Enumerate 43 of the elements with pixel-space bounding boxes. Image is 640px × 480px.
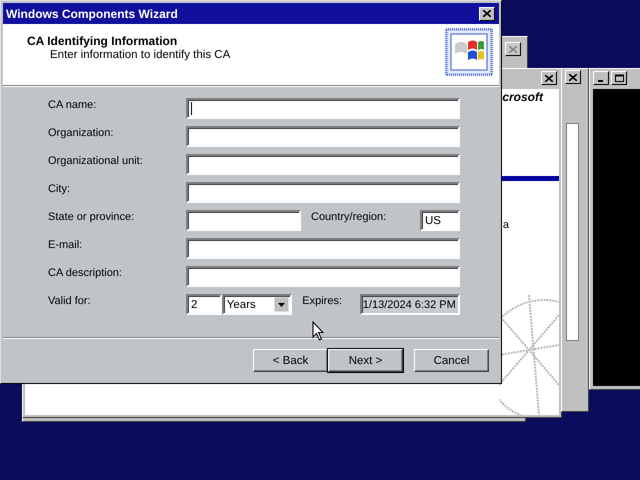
close-button[interactable] bbox=[565, 70, 581, 84]
text-field[interactable] bbox=[186, 126, 460, 147]
close-button[interactable] bbox=[479, 6, 495, 20]
text-field[interactable] bbox=[186, 98, 460, 119]
field-label: Organization: bbox=[48, 126, 114, 139]
number-field[interactable]: 2 bbox=[186, 294, 222, 315]
text-field[interactable] bbox=[186, 154, 460, 175]
close-icon bbox=[545, 74, 553, 82]
country-field[interactable]: US bbox=[420, 210, 460, 231]
page-subtitle: Enter information to identify this CA bbox=[49, 49, 230, 61]
field-label: Expires: bbox=[302, 294, 344, 307]
unit-dropdown[interactable]: Years bbox=[222, 294, 292, 315]
text-field[interactable] bbox=[186, 210, 301, 231]
field-label: CA description: bbox=[48, 266, 123, 279]
wizard-button[interactable]: < Back bbox=[253, 349, 328, 372]
wizard-button[interactable]: Cancel bbox=[414, 349, 489, 372]
maximize-icon bbox=[614, 74, 624, 82]
field-label: Valid for: bbox=[48, 294, 92, 307]
text-fragment: a bbox=[502, 219, 509, 231]
expiry-field: 1/13/2024 6:32 PM bbox=[360, 294, 460, 315]
close-icon bbox=[483, 10, 491, 17]
close-icon bbox=[509, 46, 517, 52]
text-field[interactable] bbox=[186, 266, 460, 287]
close-button[interactable] bbox=[541, 71, 557, 85]
logo-text: crosoft bbox=[502, 90, 543, 104]
text-field[interactable] bbox=[186, 182, 460, 203]
window-title: Windows Components Wizard bbox=[6, 6, 178, 20]
close-button[interactable] bbox=[505, 42, 521, 56]
field-label: Country/region: bbox=[311, 210, 388, 223]
minimize-button[interactable] bbox=[593, 71, 609, 85]
dropdown-arrow-icon[interactable] bbox=[274, 297, 290, 312]
field-label: E-mail: bbox=[48, 238, 84, 251]
field-label: CA name: bbox=[48, 98, 98, 111]
flag-icon bbox=[445, 28, 493, 76]
text-field[interactable] bbox=[186, 238, 460, 259]
field-label: City: bbox=[48, 182, 71, 195]
maximize-button[interactable] bbox=[611, 71, 627, 85]
field-label: Organizational unit: bbox=[48, 154, 144, 167]
page-title: CA Identifying Information bbox=[27, 34, 178, 48]
pointer-icon bbox=[312, 321, 325, 341]
field-label: State or province: bbox=[48, 210, 136, 223]
wizard-button[interactable]: Next > bbox=[328, 349, 403, 372]
close-icon bbox=[569, 74, 577, 80]
